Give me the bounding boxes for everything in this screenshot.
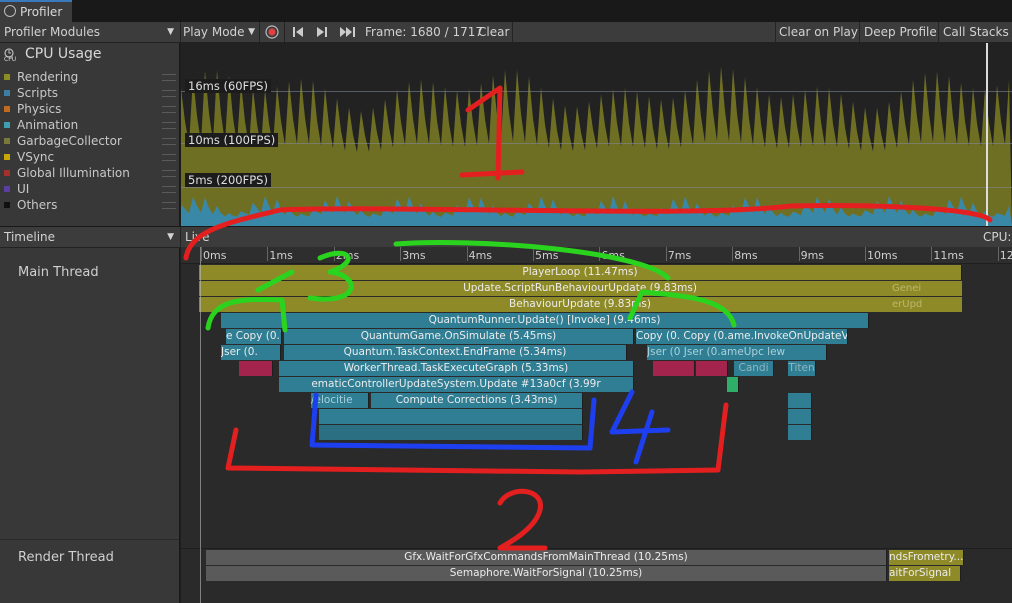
annotation-overlay: [183, 85, 993, 551]
annotation-number: [459, 85, 525, 181]
